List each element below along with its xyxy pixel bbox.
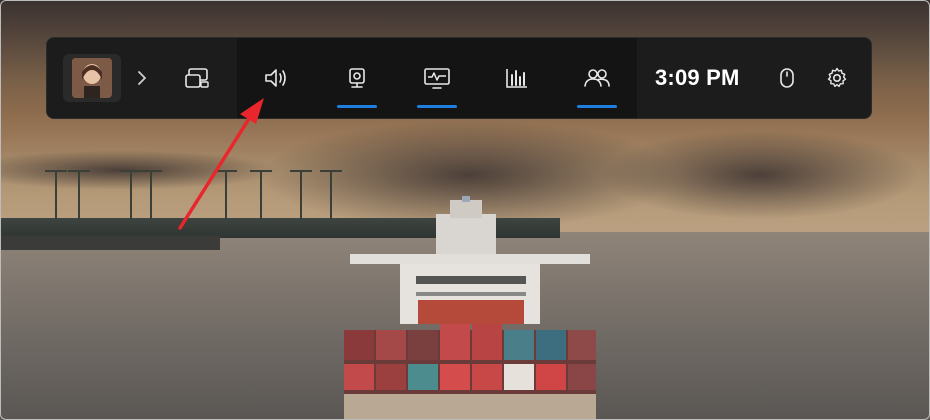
clock: 3:09 PM [655,65,740,90]
container-ship [344,196,596,420]
monitor-icon [423,67,451,89]
widgets-icon [184,67,210,89]
crane [140,170,162,220]
gamebar-status-section: 3:09 PM [637,38,871,118]
mouse-icon [779,67,795,89]
performance-widget-button[interactable] [397,38,477,118]
mouse-button[interactable] [776,67,798,89]
crane [120,170,142,220]
gear-icon [826,67,848,89]
expand-chevron-icon[interactable] [133,69,151,87]
crane [290,170,312,220]
xbox-game-bar: 3:09 PM [46,37,872,119]
active-indicator [577,105,617,108]
avatar-image [72,58,112,98]
speaker-icon [263,67,291,89]
resources-widget-button[interactable] [477,38,557,118]
pier [0,236,220,250]
capture-widget-button[interactable] [317,38,397,118]
cloud [600,130,920,220]
active-indicator [417,105,457,108]
crane [68,170,90,220]
active-indicator [337,105,377,108]
widget-menu-button[interactable] [157,38,237,118]
settings-button[interactable] [826,67,848,89]
crane [250,170,272,220]
crane [45,170,67,220]
webcam-icon [346,67,368,89]
xbox-social-widget-button[interactable] [557,38,637,118]
crane [215,170,237,220]
audio-widget-button[interactable] [237,38,317,118]
avatar [72,58,112,98]
bar-chart-icon [505,67,529,89]
profile-button[interactable] [63,54,121,102]
people-icon [583,67,611,89]
